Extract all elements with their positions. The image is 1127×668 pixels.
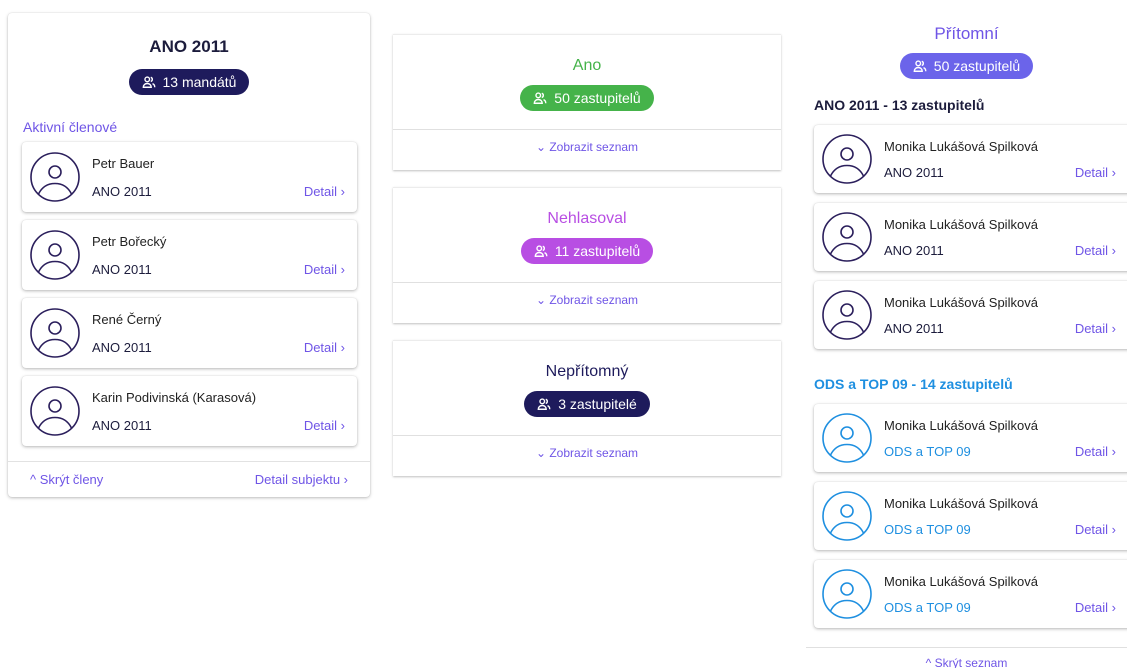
present-title: Přítomní xyxy=(934,24,999,43)
show-list-button[interactable]: ⌄ Zobrazit seznam xyxy=(393,435,781,477)
people-icon xyxy=(142,76,155,88)
people-icon xyxy=(533,92,547,104)
member-name: Petr Bořecký xyxy=(92,234,167,249)
group-heading: ANO 2011 - 13 zastupitelů xyxy=(814,97,985,113)
count-chip: 3 zastupitelé xyxy=(524,391,650,417)
mandates-chip: 13 mandátů xyxy=(128,69,250,95)
people-icon xyxy=(537,398,551,410)
user-avatar-icon xyxy=(822,569,872,619)
member-detail-link[interactable]: Detail › xyxy=(304,262,345,277)
member-party: ANO 2011 xyxy=(884,321,944,336)
count-chip: 50 zastupitelů xyxy=(520,85,654,111)
user-avatar-icon xyxy=(30,230,80,280)
group-heading: ODS a TOP 09 - 14 zastupitelů xyxy=(814,376,1013,392)
member-party: ODS a TOP 09 xyxy=(884,600,971,615)
vote-group-title: Ano xyxy=(572,57,602,74)
member-party: ANO 2011 xyxy=(92,418,152,433)
present-member-card[interactable]: Monika Lukášová Spilková ANO 2011 Detail… xyxy=(814,203,1127,271)
active-members-label: Aktivní členové xyxy=(23,119,118,135)
show-list-button[interactable]: ⌄ Zobrazit seznam xyxy=(393,129,781,171)
member-name: Karin Podivinská (Karasová) xyxy=(92,390,257,405)
user-avatar-icon xyxy=(822,134,872,184)
user-avatar-icon xyxy=(30,386,80,436)
people-icon xyxy=(534,245,548,257)
member-party: ANO 2011 xyxy=(92,262,152,277)
party-title: ANO 2011 xyxy=(149,37,229,56)
vote-group-absent: Nepřítomný 3 zastupitelé ⌄ Zobrazit sezn… xyxy=(393,340,781,476)
member-name: Monika Lukášová Spilková xyxy=(884,217,1038,232)
member-detail-link[interactable]: Detail › xyxy=(1075,444,1116,459)
member-party: ANO 2011 xyxy=(92,340,152,355)
member-detail-link[interactable]: Detail › xyxy=(304,340,345,355)
member-name: Petr Bauer xyxy=(92,156,155,171)
mandates-chip-label: 13 mandátů xyxy=(162,74,237,90)
member-name: Monika Lukášová Spilková xyxy=(884,496,1038,511)
member-card[interactable]: René Černý ANO 2011 Detail › xyxy=(22,298,357,368)
count-chip: 11 zastupitelů xyxy=(520,238,654,264)
member-detail-link[interactable]: Detail › xyxy=(304,184,345,199)
member-name: René Černý xyxy=(92,312,162,327)
hide-list-button[interactable]: ^ Skrýt seznam xyxy=(806,647,1127,668)
count-chip-label: 50 zastupitelů xyxy=(554,90,641,106)
member-name: Monika Lukášová Spilková xyxy=(884,574,1038,589)
present-count-chip: 50 zastupitelů xyxy=(899,53,1034,79)
user-avatar-icon xyxy=(30,308,80,358)
count-chip-label: 11 zastupitelů xyxy=(554,243,641,259)
present-member-card[interactable]: Monika Lukášová Spilková ODS a TOP 09 De… xyxy=(814,560,1127,628)
present-member-card[interactable]: Monika Lukášová Spilková ANO 2011 Detail… xyxy=(814,125,1127,193)
member-party: ANO 2011 xyxy=(884,165,944,180)
member-party: ODS a TOP 09 xyxy=(884,522,971,537)
party-panel-footer: ^ Skrýt členy Detail subjektu › xyxy=(8,461,370,497)
present-member-card[interactable]: Monika Lukášová Spilková ANO 2011 Detail… xyxy=(814,281,1127,349)
vote-group-not-voted: Nehlasoval 11 zastupitelů ⌄ Zobrazit sez… xyxy=(393,187,781,323)
member-detail-link[interactable]: Detail › xyxy=(1075,165,1116,180)
member-name: Monika Lukášová Spilková xyxy=(884,295,1038,310)
member-card[interactable]: Karin Podivinská (Karasová) ANO 2011 Det… xyxy=(22,376,357,446)
user-avatar-icon xyxy=(30,152,80,202)
present-member-card[interactable]: Monika Lukášová Spilková ODS a TOP 09 De… xyxy=(814,482,1127,550)
user-avatar-icon xyxy=(822,491,872,541)
present-panel: Přítomní 50 zastupitelů ANO 2011 - 13 za… xyxy=(806,0,1127,668)
user-avatar-icon xyxy=(822,212,872,262)
member-card[interactable]: Petr Bauer ANO 2011 Detail › xyxy=(22,142,357,212)
member-detail-link[interactable]: Detail › xyxy=(1075,243,1116,258)
member-party: ANO 2011 xyxy=(92,184,152,199)
hide-members-button[interactable]: ^ Skrýt členy xyxy=(30,472,103,487)
member-detail-link[interactable]: Detail › xyxy=(1075,522,1116,537)
subject-detail-link[interactable]: Detail subjektu › xyxy=(255,472,348,487)
vote-group-title: Nepřítomný xyxy=(545,363,629,380)
member-party: ODS a TOP 09 xyxy=(884,444,971,459)
present-count-chip-label: 50 zastupitelů xyxy=(933,58,1021,74)
member-name: Monika Lukášová Spilková xyxy=(884,418,1038,433)
vote-group-title: Nehlasoval xyxy=(547,210,627,227)
user-avatar-icon xyxy=(822,290,872,340)
vote-groups-panel: Ano 50 zastupitelů ⌄ Zobrazit seznam Neh… xyxy=(393,34,781,480)
people-icon xyxy=(913,60,927,72)
member-card[interactable]: Petr Bořecký ANO 2011 Detail › xyxy=(22,220,357,290)
present-member-card[interactable]: Monika Lukášová Spilková ODS a TOP 09 De… xyxy=(814,404,1127,472)
count-chip-label: 3 zastupitelé xyxy=(558,396,637,412)
user-avatar-icon xyxy=(822,413,872,463)
member-name: Monika Lukášová Spilková xyxy=(884,139,1038,154)
show-list-button[interactable]: ⌄ Zobrazit seznam xyxy=(393,282,781,324)
member-detail-link[interactable]: Detail › xyxy=(1075,321,1116,336)
member-party: ANO 2011 xyxy=(884,243,944,258)
member-detail-link[interactable]: Detail › xyxy=(304,418,345,433)
member-detail-link[interactable]: Detail › xyxy=(1075,600,1116,615)
party-panel: ANO 2011 13 mandátů Aktivní členové Petr… xyxy=(8,13,370,497)
vote-group-yes: Ano 50 zastupitelů ⌄ Zobrazit seznam xyxy=(393,34,781,170)
